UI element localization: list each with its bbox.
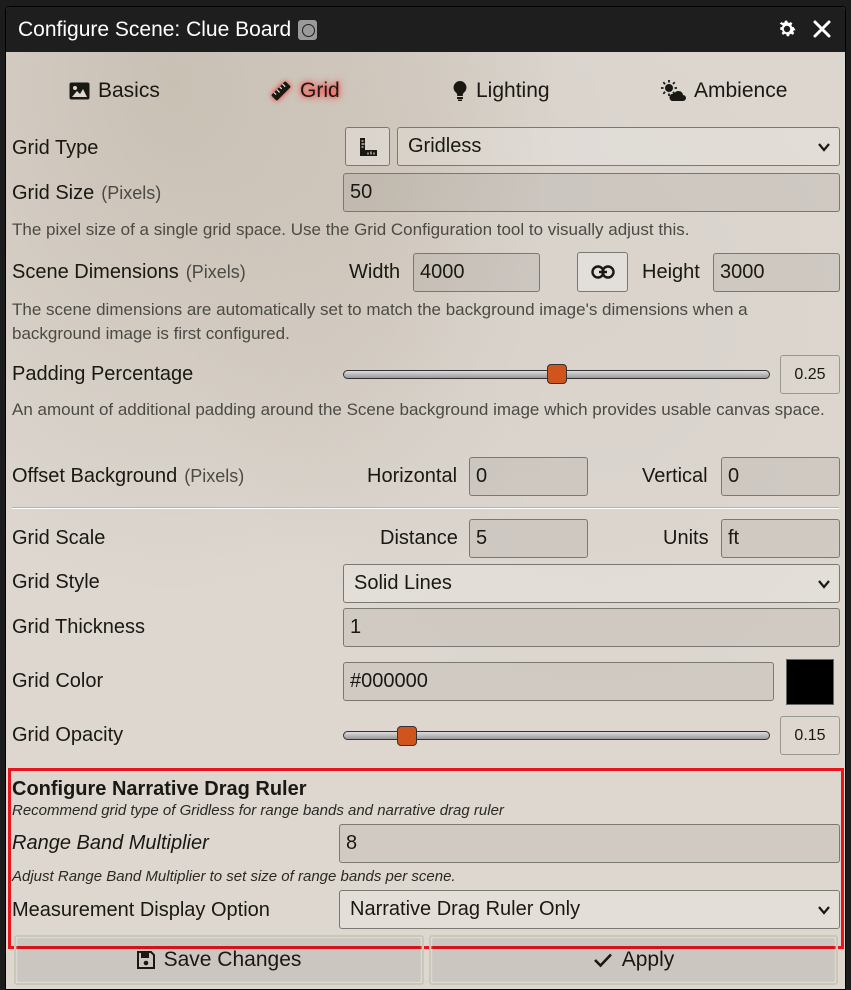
horizontal-input[interactable]: 0 — [469, 457, 588, 496]
vertical-label: Vertical — [642, 465, 708, 487]
distance-input[interactable]: 5 — [469, 519, 588, 558]
units-input[interactable]: ft — [721, 519, 840, 558]
width-label: Width — [349, 261, 401, 283]
grid-style-label: Grid Style — [12, 570, 100, 593]
grid-config-button[interactable] — [345, 127, 390, 166]
range-band-label: Range Band Multiplier — [12, 831, 209, 854]
grid-color-swatch[interactable] — [786, 659, 834, 705]
grid-size-input[interactable]: 50 — [343, 173, 840, 212]
apply-label: Apply — [621, 948, 675, 971]
save-icon — [136, 951, 155, 969]
measurement-display-value: Narrative Drag Ruler Only — [350, 898, 581, 920]
horizontal-label: Horizontal — [367, 465, 458, 487]
padding-hint: An amount of additional padding around t… — [12, 400, 825, 419]
save-changes-label: Save Changes — [163, 948, 302, 971]
chevron-down-icon — [818, 143, 830, 152]
offset-label: Offset Background — [12, 464, 178, 487]
ruler-combined-icon — [359, 137, 377, 156]
cloud-sun-icon — [661, 80, 686, 101]
grid-color-input[interactable]: #000000 — [343, 662, 774, 701]
tab-grid-label: Grid — [300, 79, 340, 102]
grid-type-label: Grid Type — [12, 136, 99, 159]
grid-opacity-value: 0.15 — [780, 716, 840, 755]
grid-opacity-slider-handle[interactable] — [397, 726, 418, 746]
range-band-input[interactable]: 8 — [339, 824, 840, 863]
offset-units: (Pixels) — [184, 465, 245, 486]
tab-bar: Basics Grid Lighting Ambience — [6, 52, 845, 125]
measurement-display-select[interactable]: Narrative Drag Ruler Only — [339, 890, 840, 929]
configure-scene-window: Configure Scene: Clue Board Basics Grid … — [5, 6, 846, 990]
measurement-display-label: Measurement Display Option — [12, 898, 270, 921]
padding-label: Padding Percentage — [12, 362, 194, 385]
grid-size-label: Grid Size — [12, 181, 95, 204]
scene-dimensions-hint: The scene dimensions are automatically s… — [12, 300, 748, 343]
tab-basics-label: Basics — [98, 79, 160, 102]
grid-style-select[interactable]: Solid Lines — [343, 564, 840, 603]
apply-button[interactable]: Apply — [429, 935, 838, 985]
grid-color-label: Grid Color — [12, 669, 104, 692]
chevron-down-icon — [818, 906, 830, 915]
vertical-input[interactable]: 0 — [721, 457, 840, 496]
tab-grid[interactable]: Grid — [270, 79, 340, 103]
padding-slider-handle[interactable] — [546, 364, 567, 384]
tab-lighting-label: Lighting — [476, 79, 550, 102]
lightbulb-icon — [453, 81, 467, 101]
ruler-icon — [271, 81, 291, 101]
tab-ambience[interactable]: Ambience — [660, 79, 787, 103]
close-icon[interactable] — [812, 19, 832, 44]
height-label: Height — [642, 261, 700, 283]
tab-ambience-label: Ambience — [694, 79, 788, 102]
tab-lighting[interactable]: Lighting — [452, 79, 550, 103]
chevron-down-icon — [818, 580, 830, 589]
scene-dimensions-label: Scene Dimensions — [12, 260, 179, 283]
grid-thickness-input[interactable]: 1 — [343, 608, 840, 647]
width-input[interactable]: 4000 — [413, 253, 540, 292]
grid-size-units: (Pixels) — [101, 182, 162, 203]
section-divider — [12, 508, 839, 509]
check-icon — [593, 953, 612, 968]
tab-basics[interactable]: Basics — [69, 79, 160, 103]
narrative-section-hint: Recommend grid type of Gridless for rang… — [12, 802, 504, 819]
save-changes-button[interactable]: Save Changes — [14, 935, 424, 985]
grid-type-select[interactable]: Gridless — [397, 127, 840, 166]
window-title: Configure Scene: Clue Board — [18, 17, 292, 41]
grid-size-hint: The pixel size of a single grid space. U… — [12, 220, 690, 239]
narrative-section-title: Configure Narrative Drag Ruler — [12, 778, 307, 800]
units-label: Units — [663, 527, 709, 549]
distance-label: Distance — [380, 527, 458, 549]
globe-icon — [298, 19, 318, 40]
grid-style-value: Solid Lines — [354, 572, 452, 594]
grid-scale-label: Grid Scale — [12, 526, 106, 549]
grid-thickness-label: Grid Thickness — [12, 615, 146, 638]
gear-icon[interactable] — [776, 18, 798, 45]
grid-opacity-label: Grid Opacity — [12, 723, 124, 746]
height-input[interactable]: 3000 — [713, 253, 840, 292]
range-band-hint: Adjust Range Band Multiplier to set size… — [12, 868, 456, 885]
window-titlebar[interactable]: Configure Scene: Clue Board — [6, 7, 845, 52]
image-icon — [69, 82, 90, 100]
link-dimensions-button[interactable] — [577, 252, 628, 292]
scene-dimensions-units: (Pixels) — [185, 261, 246, 282]
grid-type-value: Gridless — [408, 135, 482, 157]
padding-value: 0.25 — [780, 355, 840, 394]
link-icon — [590, 265, 615, 279]
